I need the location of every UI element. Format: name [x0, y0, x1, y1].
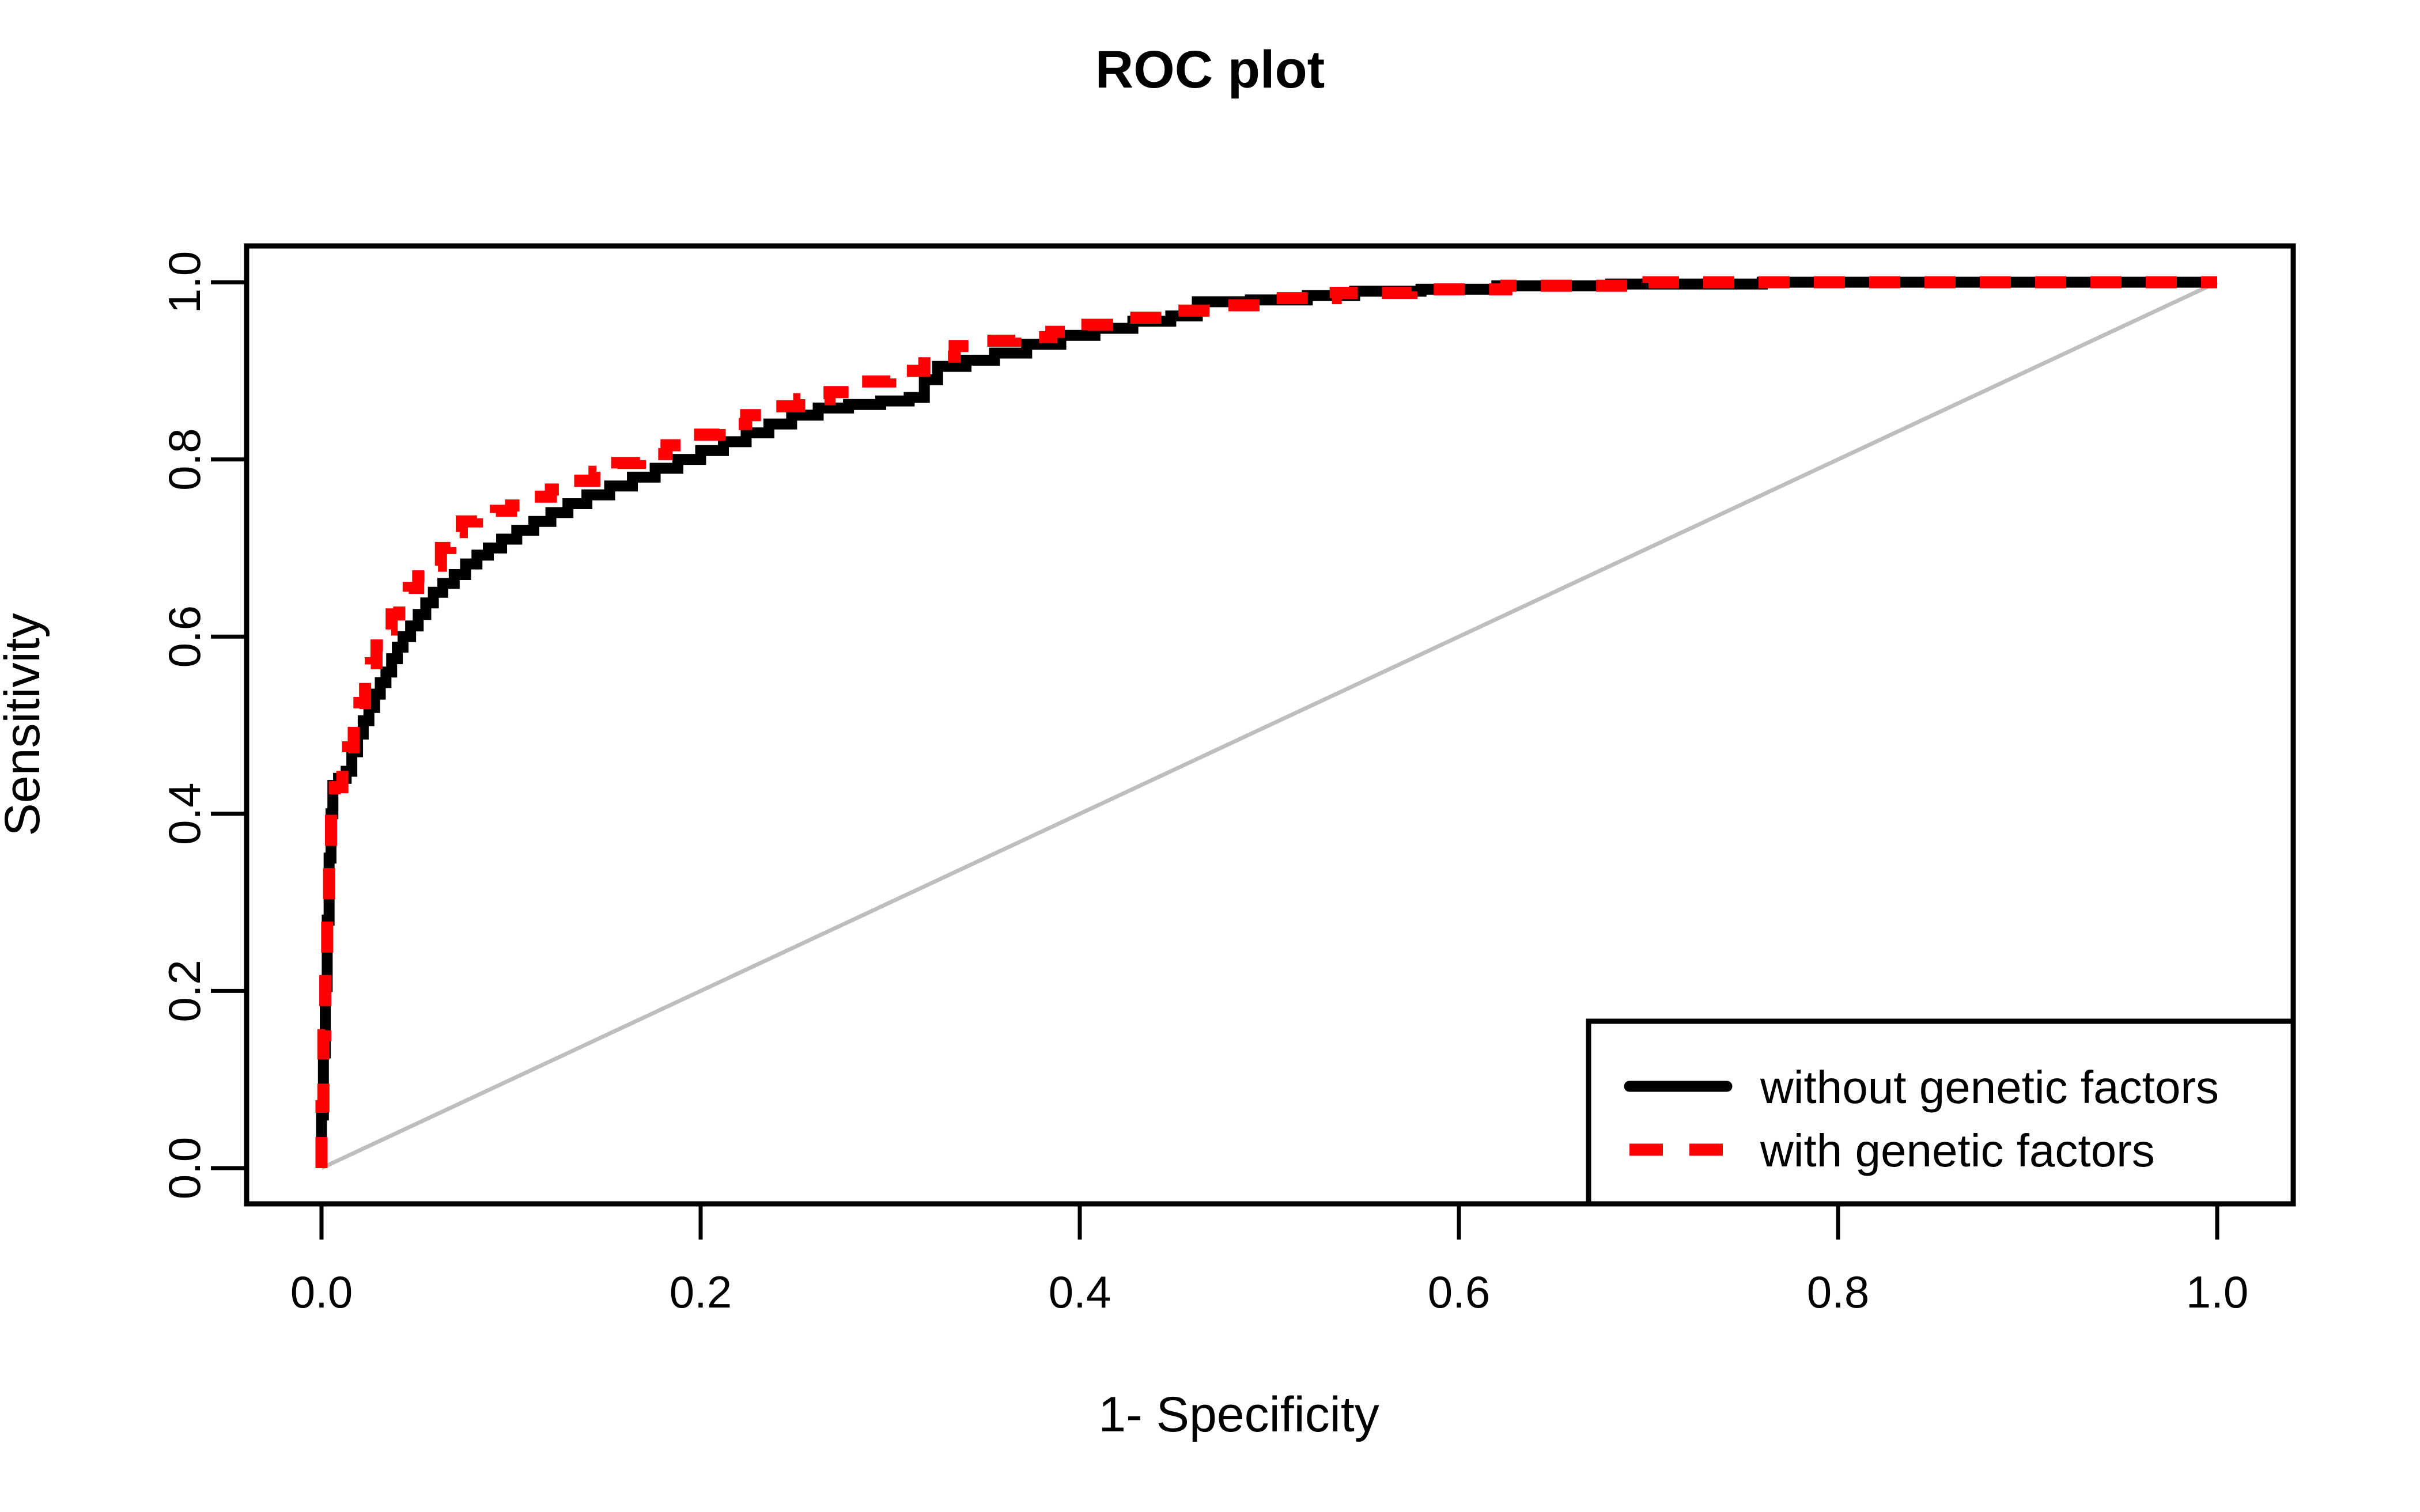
legend[interactable]: without genetic factors with genetic fac… — [1586, 1018, 2296, 1207]
y-tick-label: 0.4 — [159, 783, 210, 845]
x-tick-label: 0.2 — [670, 1267, 732, 1317]
y-tick-label: 1.0 — [159, 251, 210, 313]
y-tick-label: 0.2 — [159, 960, 210, 1022]
x-tick-label: 0.6 — [1428, 1267, 1490, 1317]
x-tick-label: 0.8 — [1807, 1267, 1869, 1317]
roc-plot-figure: ROC plot Sensitivity 1- Specificity 0.0 0… — [0, 0, 2420, 1512]
x-axis-label: 1- Specificity — [1098, 1387, 1379, 1442]
legend-label-without-genetic-factors: without genetic factors — [1760, 1062, 2219, 1113]
y-tick-label: 0.8 — [159, 428, 210, 490]
legend-label-with-genetic-factors: with genetic factors — [1760, 1125, 2155, 1176]
page-title: ROC plot — [1095, 40, 1325, 99]
roc-plot-page: ROC plot Sensitivity 1- Specificity 0.0 0… — [0, 0, 2420, 1512]
y-axis-label: Sensitivity — [0, 613, 50, 836]
y-tick-label: 0.6 — [159, 605, 210, 668]
x-tick-label: 1.0 — [2186, 1267, 2248, 1317]
x-tick-label: 0.0 — [290, 1267, 353, 1317]
y-tick-label: 0.0 — [159, 1137, 210, 1199]
x-tick-label: 0.4 — [1049, 1267, 1111, 1317]
